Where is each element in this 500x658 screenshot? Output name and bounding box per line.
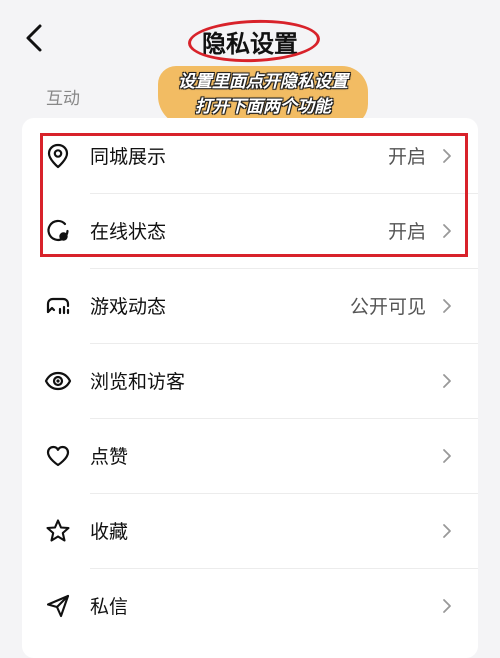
annotation-line-1: 设置里面点开隐私设置 [178,72,348,92]
game-controller-icon [44,292,72,320]
setting-value: 公开可见 [349,296,426,318]
setting-label: 私信 [90,596,129,618]
setting-label: 浏览和访客 [90,371,186,393]
annotation-text: 设置里面点开隐私设置 打开下面两个功能 [158,70,368,120]
star-icon [44,517,72,545]
chevron-right-icon [440,446,454,466]
setting-row-views-visitors[interactable]: 浏览和访客 [22,343,478,418]
chevron-right-icon [440,596,454,616]
setting-row-direct-messages[interactable]: 私信 [22,568,478,643]
setting-label: 游戏动态 [90,296,167,318]
send-icon [44,592,72,620]
heart-icon [44,442,72,470]
eye-icon [44,367,72,395]
setting-label: 收藏 [90,521,129,543]
chevron-right-icon [440,371,454,391]
setting-row-game-activity[interactable]: 游戏动态 公开可见 [22,268,478,343]
setting-row-favorites[interactable]: 收藏 [22,493,478,568]
setting-label: 点赞 [90,446,129,468]
chevron-right-icon [440,296,454,316]
annotation-highlight-box [40,133,468,257]
section-label-interaction: 互动 [46,89,80,109]
annotation-line-2: 打开下面两个功能 [195,97,331,117]
setting-row-likes[interactable]: 点赞 [22,418,478,493]
chevron-right-icon [440,521,454,541]
